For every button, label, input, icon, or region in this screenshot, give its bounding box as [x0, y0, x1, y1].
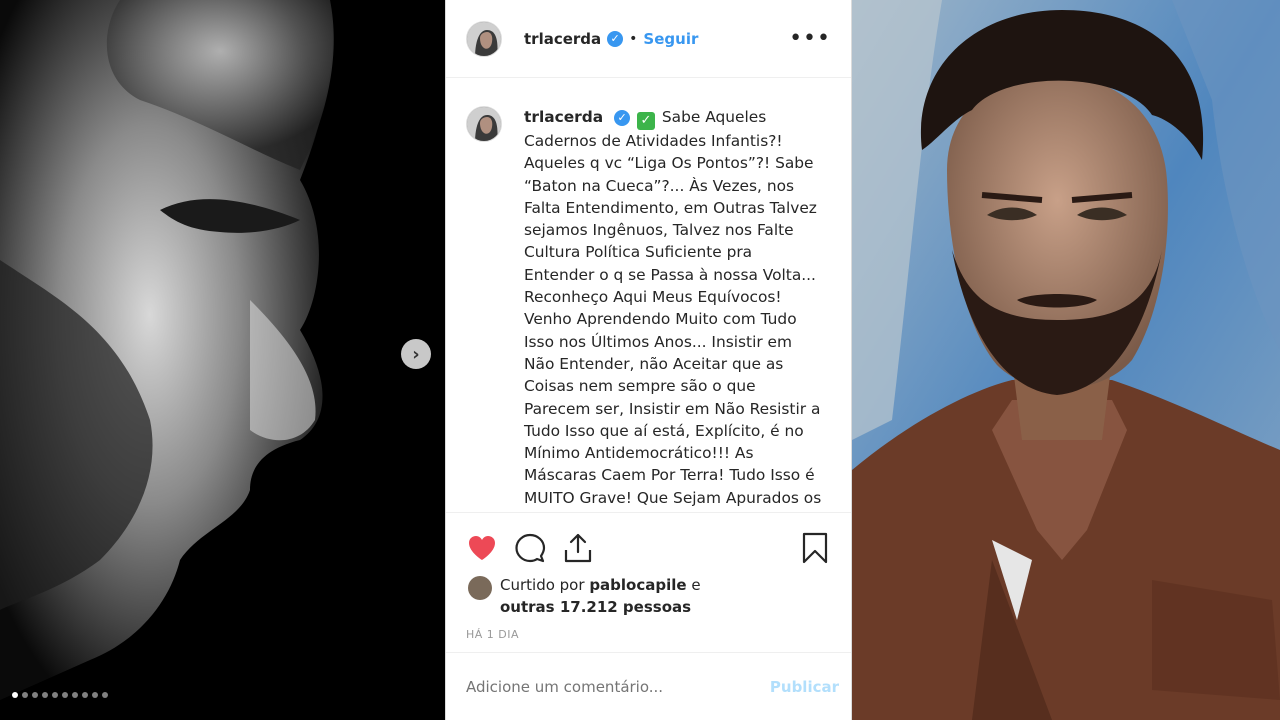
comment-input[interactable]	[466, 677, 770, 696]
carousel-dot[interactable]	[32, 692, 38, 698]
likes-conj: e	[691, 576, 701, 594]
separator-dot: •	[629, 30, 638, 47]
share-icon[interactable]	[562, 532, 594, 564]
caption-line: Sabe Aqueles	[661, 108, 767, 126]
caption-line: Venho Aprendendo Muito com Tudo	[524, 310, 797, 329]
carousel-dot[interactable]	[62, 692, 68, 698]
avatar[interactable]	[466, 20, 502, 57]
caption-line: Entender o q se Passa à nossa Volta...	[524, 265, 816, 284]
post-header: trlacerda ✓ • Seguir •••	[446, 0, 851, 78]
bw-face-profile-image	[0, 0, 445, 720]
carousel-dot[interactable]	[82, 692, 88, 698]
carousel-dots	[12, 692, 108, 698]
likes-others-link[interactable]: outras 17.212 pessoas	[500, 598, 691, 616]
bookmark-icon[interactable]	[799, 532, 831, 564]
carousel-dot[interactable]	[102, 692, 108, 698]
carousel-dot[interactable]	[12, 692, 18, 698]
caption-line: Tudo Isso que aí está, Explícito, é no	[524, 421, 804, 440]
heart-icon[interactable]	[466, 532, 498, 564]
verified-badge-icon: ✓	[607, 30, 624, 47]
carousel-dot[interactable]	[92, 692, 98, 698]
carousel-dot[interactable]	[52, 692, 58, 698]
carousel-dot[interactable]	[42, 692, 48, 698]
avatar-image	[467, 107, 501, 141]
caption-line: Mínimo Antidemocrático!!! As	[524, 444, 754, 463]
more-options-icon[interactable]: •••	[789, 27, 831, 49]
post-time: HÁ 1 DIA	[466, 628, 520, 641]
caption-line: “Baton na Cueca”?... Às Vezes, nos	[524, 176, 795, 195]
check-mark-icon: ✓	[636, 112, 655, 130]
likes-text: Curtido por pablocapile e outras 17.212 …	[500, 574, 701, 618]
man-portrait-image	[852, 0, 1280, 720]
next-arrow-button[interactable]: ›	[401, 339, 431, 369]
caption-line: sejamos Ingênuos, Talvez nos Falte	[524, 221, 794, 240]
carousel-dot[interactable]	[22, 692, 28, 698]
caption-line: Cultura Política Suficiente pra	[524, 243, 753, 262]
portrait-photo	[852, 0, 1280, 720]
caption-line: MUITO Grave! Que Sejam Apurados os	[524, 488, 822, 507]
caption-line: Parecem ser, Insistir em Não Resistir a	[524, 399, 821, 418]
caption-line: Isso nos Últimos Anos... Insistir em	[524, 332, 793, 351]
avatar-image	[467, 21, 501, 56]
post-panel: trlacerda ✓ • Seguir ••• trlacerda ✓ ✓ S…	[445, 0, 852, 720]
action-bar	[446, 512, 851, 570]
caption-username[interactable]: trlacerda	[524, 108, 603, 126]
follow-button[interactable]: Seguir	[643, 30, 698, 48]
likes-prefix: Curtido por	[500, 576, 585, 594]
publish-button[interactable]: Publicar	[770, 678, 839, 696]
carousel-photo[interactable]: ›	[0, 0, 445, 720]
caption-line: Reconheço Aqui Meus Equívocos!	[524, 288, 782, 307]
username[interactable]: trlacerda	[524, 30, 601, 48]
caption-line: Não Entender, não Aceitar que as	[524, 354, 784, 373]
caption-line: Coisas nem sempre são o que	[524, 377, 756, 396]
liker-username[interactable]: pablocapile	[589, 576, 686, 594]
caption-text: trlacerda ✓ ✓ Sabe Aqueles Cadernos de At…	[524, 106, 824, 509]
caption-line: Falta Entendimento, em Outras Talvez	[524, 198, 817, 217]
caption-line: Máscaras Caem Por Terra! Tudo Isso é	[524, 466, 815, 485]
carousel-dot[interactable]	[72, 692, 78, 698]
chevron-right-icon: ›	[412, 343, 420, 365]
caption-line: Cadernos de Atividades Infantis?!	[524, 132, 783, 150]
caption-line: Aqueles q vc “Liga Os Pontos”?! Sabe	[524, 154, 814, 173]
caption-area: trlacerda ✓ ✓ Sabe Aqueles Cadernos de At…	[446, 78, 851, 512]
comment-box: Publicar	[446, 652, 851, 720]
verified-badge-icon: ✓	[614, 109, 631, 126]
likes-row: Curtido por pablocapile e outras 17.212 …	[446, 570, 851, 618]
liker-avatar[interactable]	[468, 576, 492, 600]
comment-icon[interactable]	[514, 532, 546, 564]
caption-avatar[interactable]	[466, 106, 502, 142]
